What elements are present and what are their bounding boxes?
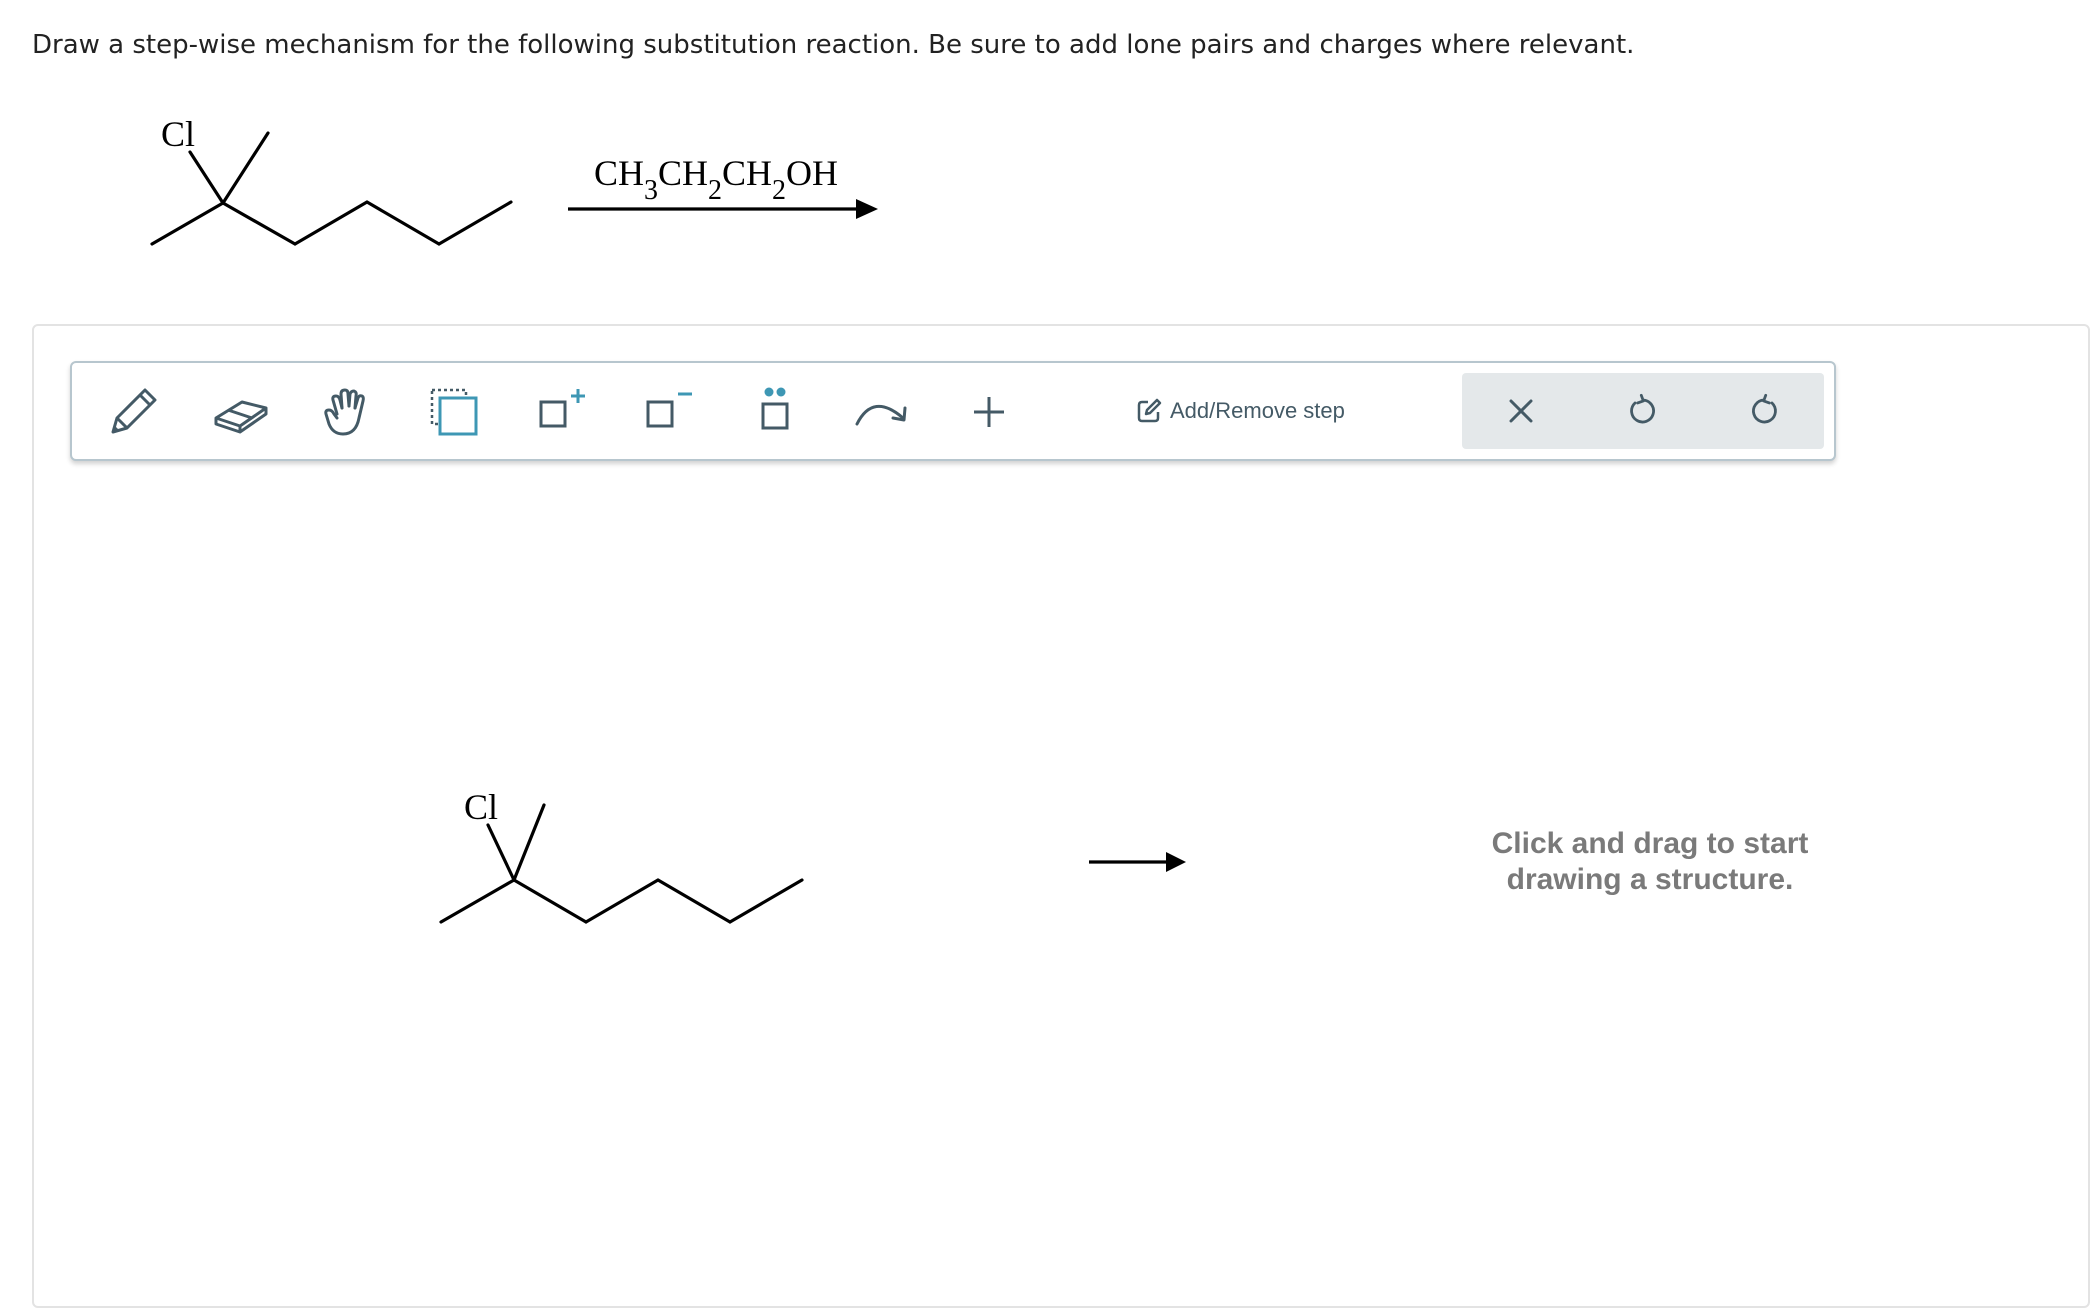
negative-charge-button[interactable] <box>637 381 699 443</box>
canvas-bond-chain-3 <box>656 878 732 924</box>
canvas-bond-c-cl <box>486 823 516 882</box>
redo-button[interactable] <box>1733 380 1795 442</box>
canvas-chlorine-label[interactable]: Cl <box>464 787 498 827</box>
drawing-toolbar: Add/Remove step <box>70 361 1836 461</box>
undo-button[interactable] <box>1612 380 1674 442</box>
drawing-canvas[interactable]: Cl <box>0 0 2094 1276</box>
lone-pair-button[interactable] <box>744 381 806 443</box>
curved-arrow-icon <box>855 404 907 426</box>
hand-icon <box>324 388 365 436</box>
canvas-bond-chain-1 <box>512 878 588 924</box>
lone-pair-icon <box>761 387 789 430</box>
positive-charge-button[interactable] <box>530 381 592 443</box>
history-controls <box>1462 373 1824 449</box>
selection-box-icon <box>430 388 478 436</box>
plus-icon <box>974 397 1004 427</box>
canvas-bond-methyl-left <box>439 878 516 924</box>
eraser-tool-button[interactable] <box>209 381 271 443</box>
plus-charge-icon <box>539 389 585 428</box>
empty-canvas-hint: Click and drag to start drawing a struct… <box>1491 827 1809 896</box>
add-plus-button[interactable] <box>958 381 1020 443</box>
hand-tool-button[interactable] <box>316 381 378 443</box>
draw-tool-button[interactable] <box>102 381 164 443</box>
add-remove-step-label: Add/Remove step <box>1170 398 1345 423</box>
canvas-bond-methyl-up <box>512 803 546 882</box>
canvas-step-arrow[interactable] <box>1089 852 1186 872</box>
undo-icon <box>1630 393 1655 424</box>
clear-button[interactable] <box>1490 380 1552 442</box>
edit-icon <box>1137 398 1162 423</box>
canvas-bond-chain-4 <box>728 878 804 924</box>
close-icon <box>1509 399 1533 423</box>
canvas-bond-chain-2 <box>584 878 660 924</box>
redo-icon <box>1752 393 1777 424</box>
add-remove-step-button[interactable]: Add/Remove step <box>1136 389 1345 433</box>
eraser-icon <box>214 400 268 434</box>
select-tool-button[interactable] <box>423 381 485 443</box>
curved-arrow-button[interactable] <box>851 381 913 443</box>
minus-charge-icon <box>646 392 692 428</box>
pencil-icon <box>111 388 157 434</box>
